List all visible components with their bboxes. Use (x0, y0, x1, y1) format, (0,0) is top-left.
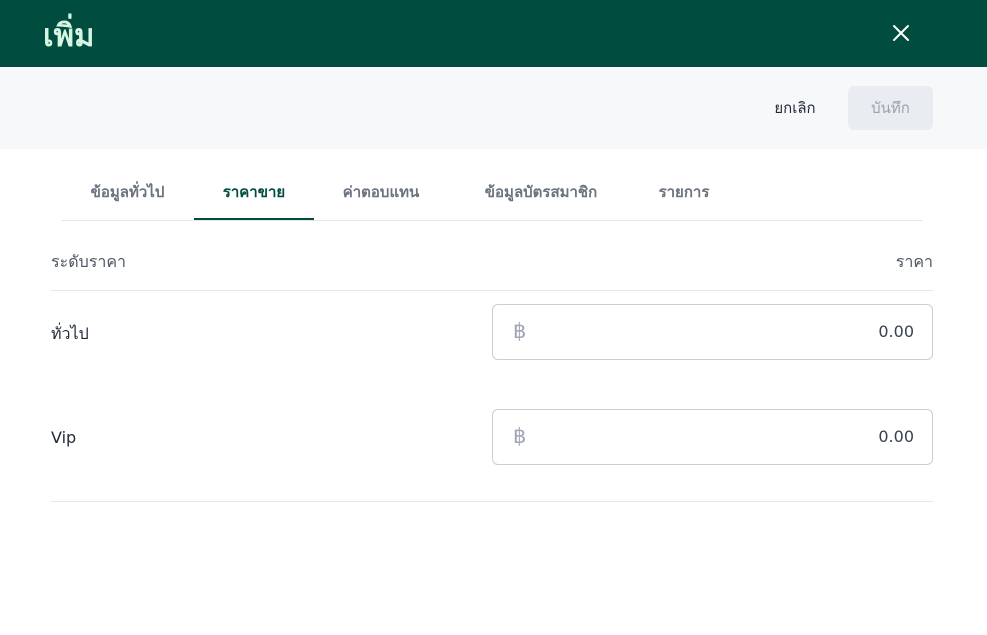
column-header-price-level: ระดับราคา (51, 252, 126, 271)
close-button[interactable] (888, 20, 914, 46)
tab-selling-price[interactable]: ราคาขาย (194, 165, 314, 220)
cancel-button[interactable]: ยกเลิก (760, 86, 830, 130)
tab-items[interactable]: รายการ (634, 165, 734, 220)
modal-header: เพิ่ม (0, 0, 987, 67)
price-table-header: ระดับราคา ราคา (51, 240, 933, 291)
table-bottom-divider (51, 501, 933, 502)
price-input-general[interactable]: ฿ 0.00 (492, 304, 933, 360)
tab-compensation[interactable]: ค่าตอบแทน (314, 165, 448, 220)
price-value: 0.00 (878, 322, 914, 341)
tab-membership-card[interactable]: ข้อมูลบัตรสมาชิก (448, 165, 634, 220)
close-icon (893, 25, 909, 41)
save-button[interactable]: บันทึก (848, 86, 933, 130)
baht-icon: ฿ (513, 424, 527, 448)
price-input-vip[interactable]: ฿ 0.00 (492, 409, 933, 465)
baht-icon: ฿ (513, 319, 527, 343)
tab-general-info[interactable]: ข้อมูลทั่วไป (61, 165, 194, 220)
modal-title: เพิ่ม (43, 18, 95, 54)
column-header-price: ราคา (895, 252, 933, 271)
price-value: 0.00 (878, 427, 914, 446)
price-level-label-vip: Vip (51, 428, 77, 447)
tab-bar: ข้อมูลทั่วไป ราคาขาย ค่าตอบแทน ข้อมูลบัต… (61, 165, 923, 221)
action-toolbar: ยกเลิก บันทึก (0, 67, 987, 149)
price-level-label-general: ทั่วไป (51, 324, 89, 343)
